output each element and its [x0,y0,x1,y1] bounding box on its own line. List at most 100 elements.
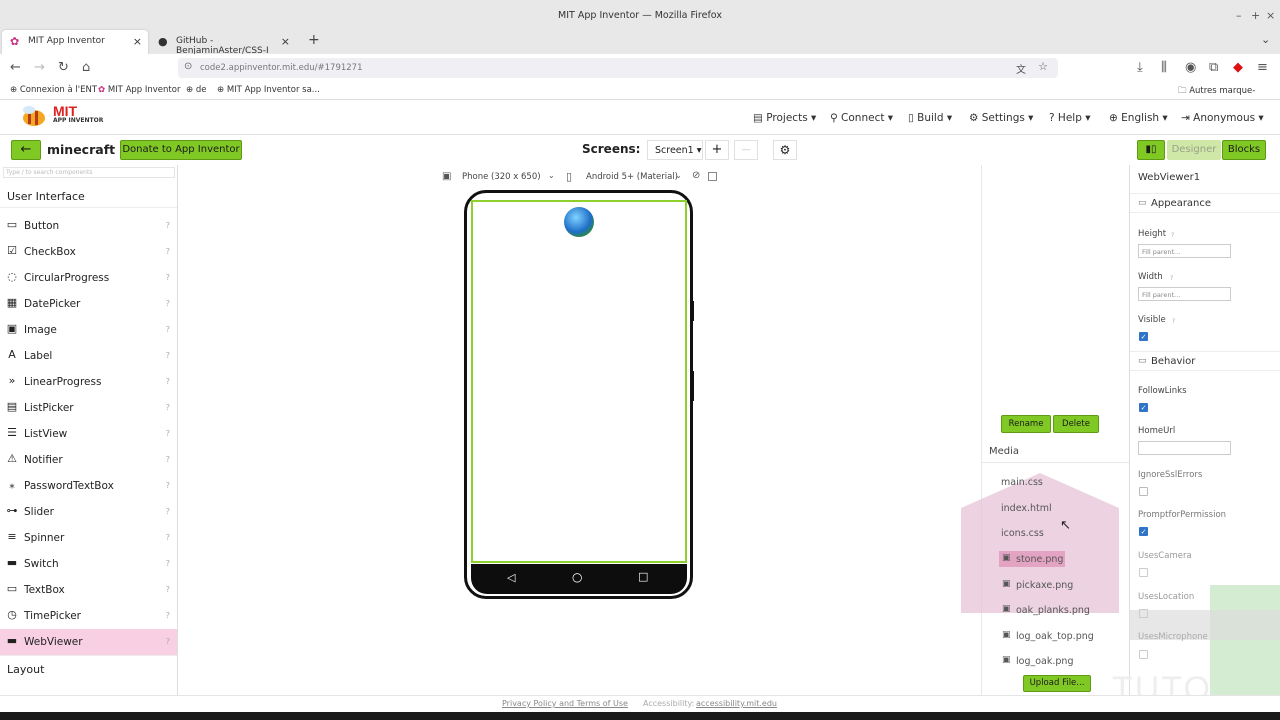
menu-language[interactable]: ⊕ English ▾ [1109,112,1168,124]
help-icon[interactable]: ? [166,559,170,568]
palette-item-datepicker[interactable]: ▦ DatePicker? [0,291,177,317]
help-icon[interactable]: ? [166,611,170,620]
media-file[interactable]: log_oak.png [1016,656,1073,667]
downloads-icon[interactable]: ⤓ [1137,60,1143,75]
help-icon[interactable]: ? [166,429,170,438]
menu-projects[interactable]: ▤ Projects ▾ [753,112,816,124]
new-tab-icon[interactable]: + [308,32,320,48]
maximize-icon[interactable]: + [1251,9,1260,22]
help-icon[interactable]: ? [1170,275,1173,282]
privacy-link[interactable]: Privacy Policy and Terms of Use [502,699,628,708]
help-icon[interactable]: ? [166,325,170,334]
palette-item-slider[interactable]: ⊶ Slider? [0,499,177,525]
prompt-permission-checkbox[interactable]: ✓ [1139,527,1148,536]
project-properties-button[interactable]: ⚙ [773,140,797,160]
rename-button[interactable]: Rename [1001,415,1051,433]
device-select[interactable]: Phone (320 x 650) [460,169,556,185]
visible-checkbox[interactable]: ✓ [1139,332,1148,341]
menu-settings[interactable]: ⚙ Settings ▾ [969,112,1033,124]
blocks-button[interactable]: Blocks [1222,140,1266,160]
help-icon[interactable]: ? [166,299,170,308]
close-window-icon[interactable]: × [1266,9,1275,22]
media-file[interactable]: oak_planks.png [1016,605,1090,616]
menu-account[interactable]: ⇥ Anonymous ▾ [1181,112,1264,124]
add-screen-button[interactable]: + [705,140,729,160]
menu-connect[interactable]: ⚲ Connect ▾ [830,112,893,124]
list-tabs-icon[interactable]: ⌄ [1261,33,1270,46]
globe-webviewer-icon[interactable] [564,207,594,237]
toggle-panel-button[interactable]: ▮▯ [1137,140,1165,160]
palette-section-user-interface[interactable]: User Interface [0,183,177,208]
behavior-section-header[interactable]: ▭ Behavior [1130,351,1280,371]
homeurl-input[interactable] [1138,441,1231,455]
library-icon[interactable]: ⫼ [1161,60,1167,75]
palette-section-layout[interactable]: Layout [0,655,177,679]
palette-item-linearprogress[interactable]: » LinearProgress? [0,369,177,395]
account-icon[interactable]: ◉ [1185,60,1196,75]
palette-item-circularprogress[interactable]: ◌ CircularProgress? [0,265,177,291]
palette-item-timepicker[interactable]: ◷ TimePicker? [0,603,177,629]
help-icon[interactable]: ? [166,221,170,230]
help-icon[interactable]: ? [166,507,170,516]
palette-item-passwordtextbox[interactable]: ⁎ PasswordTextBox? [0,473,177,499]
help-icon[interactable]: ? [1172,318,1175,325]
app-inventor-logo[interactable] [20,104,50,130]
help-icon[interactable]: ? [166,637,170,646]
width-input[interactable]: Fill parent... [1138,287,1231,301]
designer-button[interactable]: Designer [1167,140,1221,160]
minimize-icon[interactable]: – [1236,9,1242,22]
bookmark-app-inventor[interactable]: ✿ MIT App Inventor [98,85,180,95]
remove-screen-button[interactable]: — [734,140,758,160]
close-tab-icon[interactable]: × [133,35,142,48]
help-icon[interactable]: ? [166,247,170,256]
menu-help[interactable]: ? Help ▾ [1049,112,1090,124]
media-file[interactable]: index.html [1001,503,1052,514]
media-file-selected[interactable]: stone.png [1016,554,1063,565]
bookmark-de[interactable]: ⊕ de [186,85,206,95]
screen-canvas[interactable] [471,200,687,563]
uses-location-checkbox[interactable] [1139,609,1148,618]
help-icon[interactable]: ? [166,273,170,282]
bookmark-star-icon[interactable]: ☆ [1038,60,1048,73]
accessibility-link[interactable]: accessibility.mit.edu [696,699,777,708]
tab-app-inventor[interactable]: ✿ MIT App Inventor × [2,30,148,54]
palette-item-spinner[interactable]: ≡ Spinner? [0,525,177,551]
site-info-icon[interactable]: ⊙ [184,61,192,72]
forward-icon[interactable]: → [34,60,45,75]
back-icon[interactable]: ← [10,60,21,75]
upload-file-button[interactable]: Upload File... [1023,675,1091,692]
palette-item-listview[interactable]: ☰ ListView? [0,421,177,447]
reload-icon[interactable]: ↻ [58,60,69,75]
help-icon[interactable]: ? [166,351,170,360]
bookmark-ent[interactable]: ⊕ Connexion à l'ENT [10,85,97,95]
bookmark-app-inventor-sa[interactable]: ⊕ MIT App Inventor sa... [217,85,320,95]
translate-icon[interactable]: 文 [1016,61,1026,76]
palette-item-label[interactable]: A Label? [0,343,177,369]
media-file[interactable]: icons.css [1001,528,1044,539]
media-file[interactable]: pickaxe.png [1016,580,1073,591]
help-icon[interactable]: ? [166,377,170,386]
help-icon[interactable]: ? [166,533,170,542]
palette-item-webviewer[interactable]: ▬ WebViewer? [0,629,177,655]
donate-button[interactable]: Donate to App Inventor [120,140,242,160]
display-hidden-checkbox[interactable] [708,172,717,181]
palette-item-button[interactable]: ▭ Button? [0,213,177,239]
menu-icon[interactable]: ≡ [1257,60,1268,75]
screen-select[interactable]: Screen1 ▾ [647,140,703,160]
help-icon[interactable]: ? [166,455,170,464]
help-icon[interactable]: ? [166,481,170,490]
back-to-projects-button[interactable]: ← [11,140,41,160]
help-icon[interactable]: ? [166,585,170,594]
help-icon[interactable]: ? [166,403,170,412]
uses-microphone-checkbox[interactable] [1139,650,1148,659]
uses-camera-checkbox[interactable] [1139,568,1148,577]
theme-select[interactable]: Android 5+ (Material) [584,169,680,185]
tab-github[interactable]: ● GitHub - BenjaminAster/CSS-I × [150,30,296,56]
close-tab-icon[interactable]: × [281,35,290,48]
help-icon[interactable]: ? [1171,232,1174,239]
appearance-section-header[interactable]: ▭ Appearance [1130,193,1280,213]
media-file[interactable]: main.css [1001,477,1043,488]
menu-build[interactable]: ▯ Build ▾ [908,112,952,124]
hidden-components-icon[interactable]: ⊘ [692,170,700,181]
ignoressl-checkbox[interactable] [1139,487,1148,496]
